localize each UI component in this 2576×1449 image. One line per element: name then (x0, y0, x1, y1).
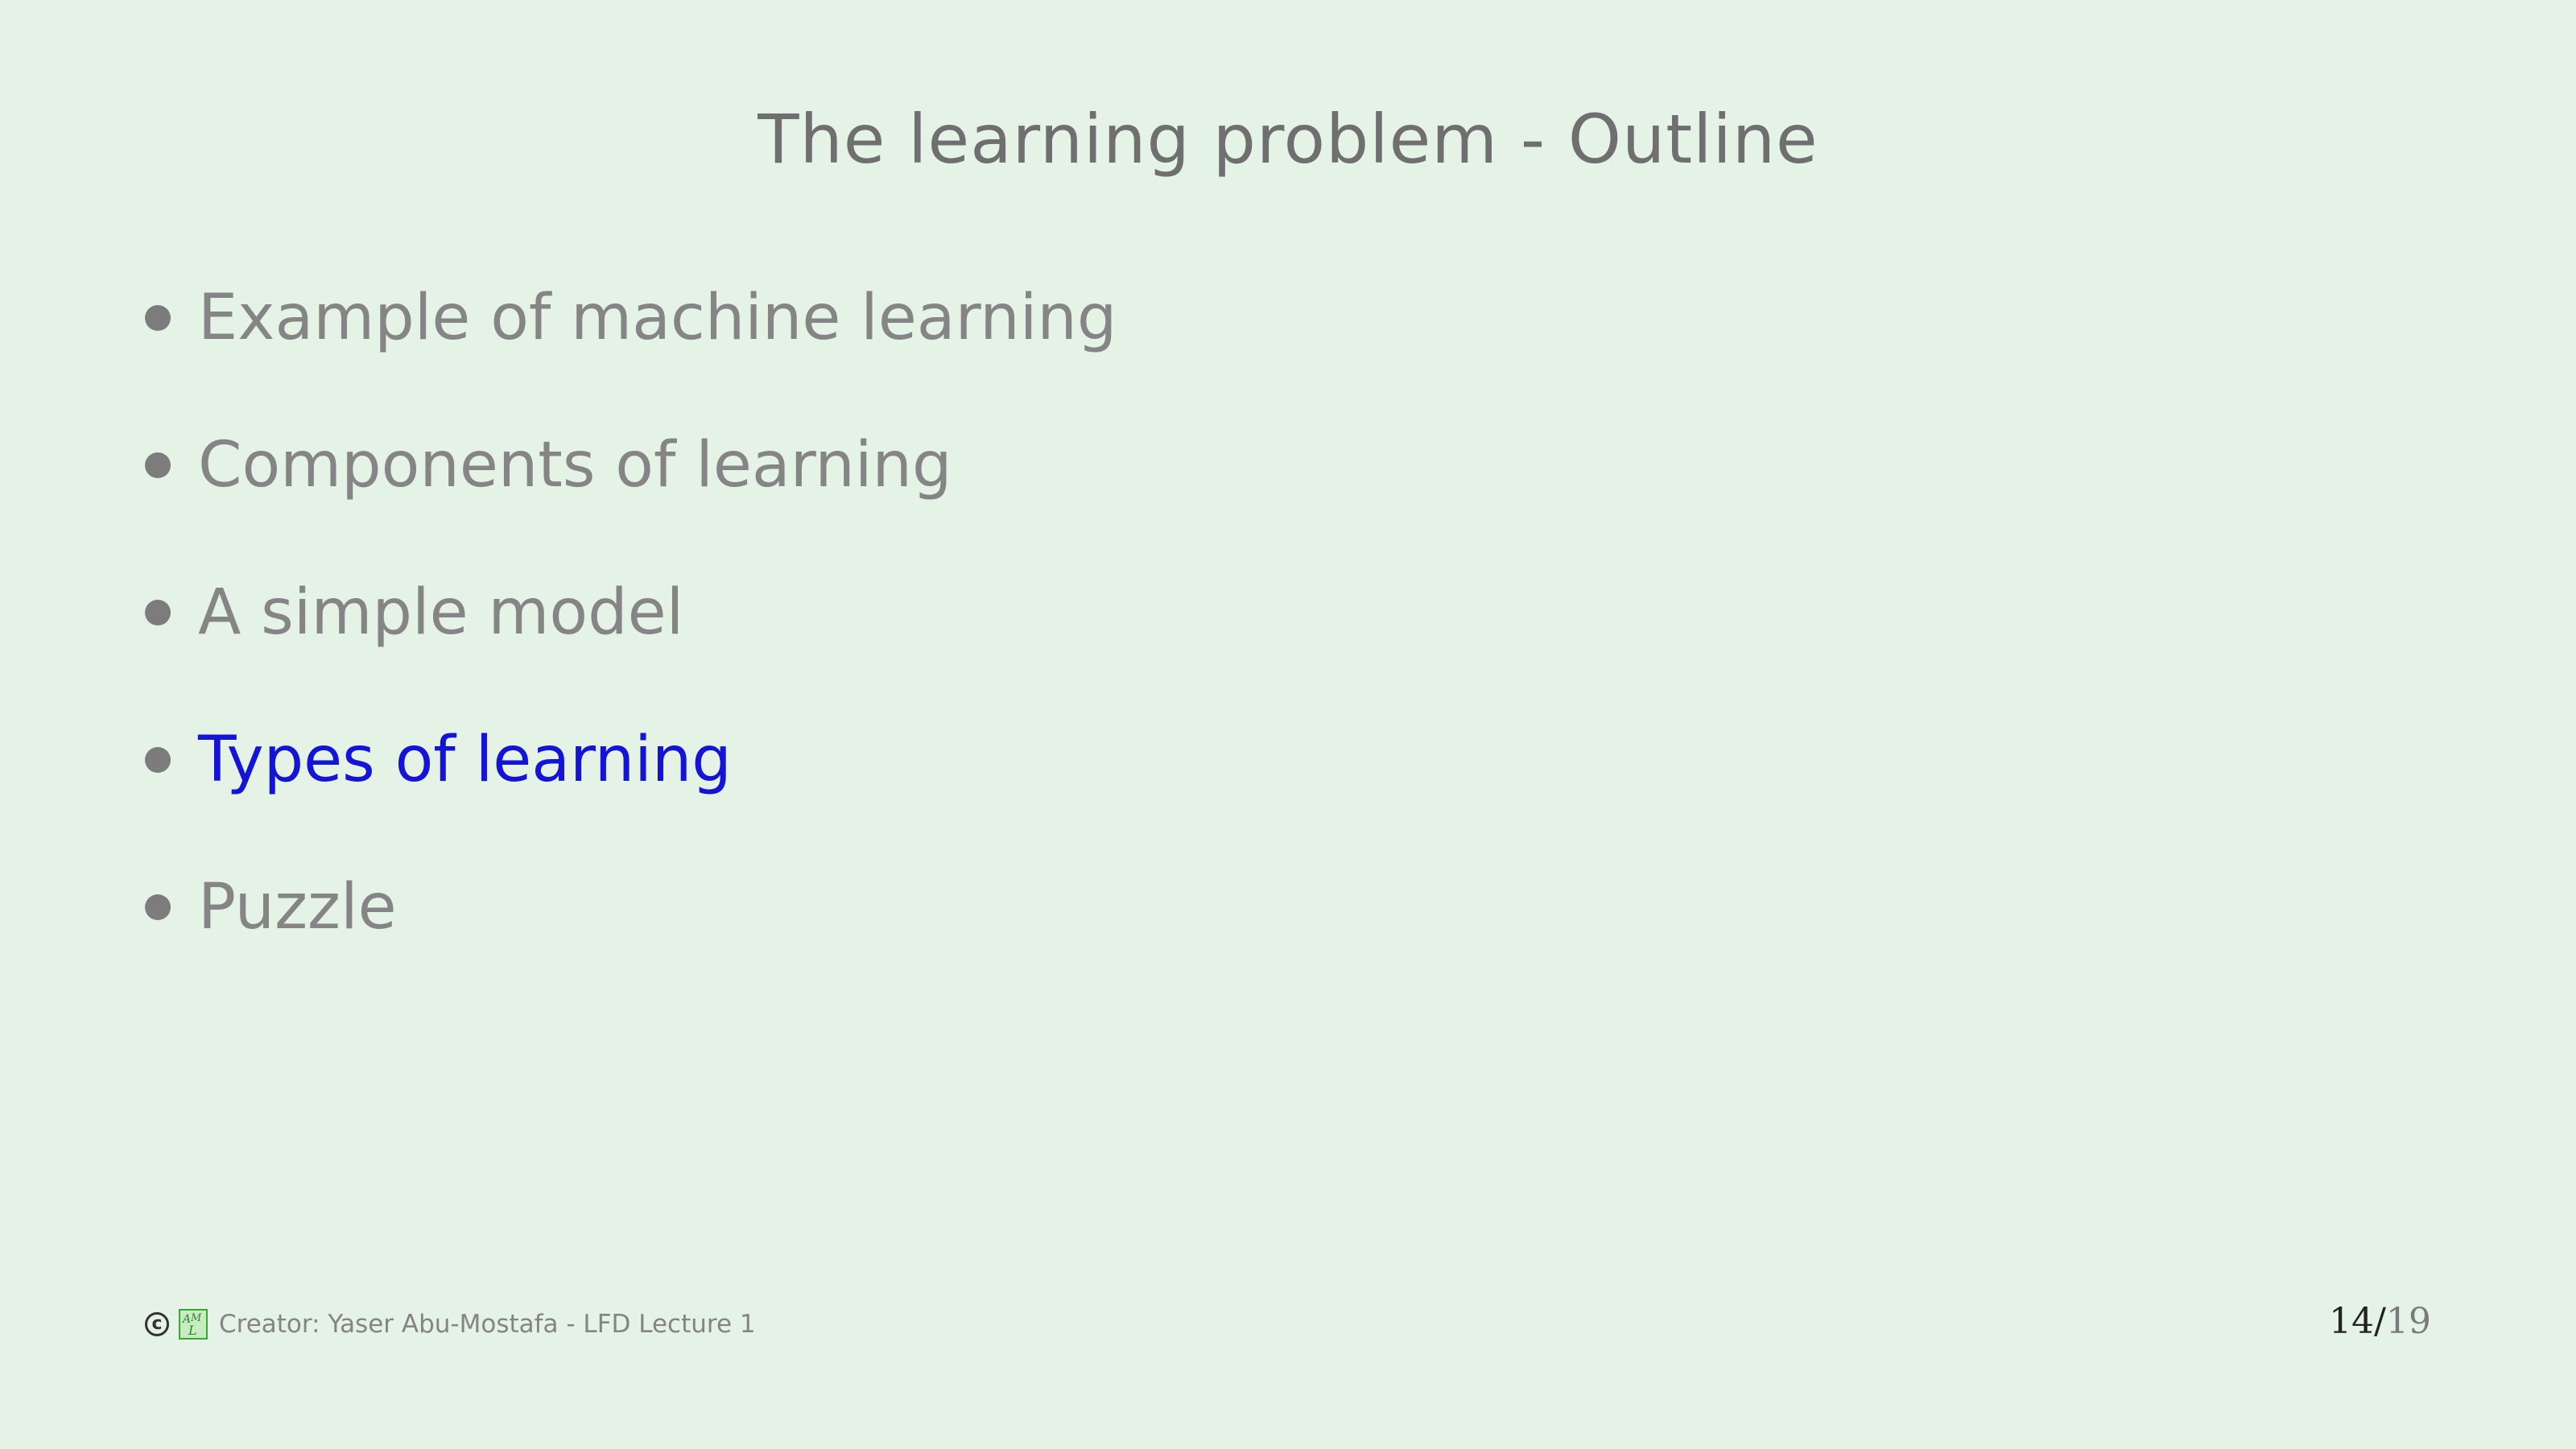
bullet-icon (145, 600, 171, 625)
page-separator: / (2374, 1301, 2386, 1342)
copyright-icon: c (145, 1312, 169, 1336)
page-current: 14 (2329, 1301, 2375, 1342)
bullet-icon (145, 452, 171, 478)
outline-item: Components of learning (145, 421, 1117, 510)
creator-credit: Creator: Yaser Abu-Mostafa - LFD Lecture… (219, 1310, 756, 1339)
bullet-icon (145, 305, 171, 331)
outline-item: Example of machine learning (145, 274, 1117, 362)
bullet-icon (145, 747, 171, 773)
outline-item-label: A simple model (198, 576, 684, 649)
svg-text:L: L (188, 1323, 197, 1338)
footer: c A M L Creator: Yaser Abu-Mostafa - LFD… (145, 1309, 756, 1340)
aml-logo-icon: A M L (179, 1309, 208, 1340)
slide: The learning problem - Outline Example o… (0, 0, 2576, 1449)
bullet-icon (145, 894, 171, 920)
slide-title: The learning problem - Outline (758, 100, 1818, 179)
outline-item-label: Types of learning (198, 724, 732, 796)
outline-list: Example of machine learning Components o… (145, 274, 1117, 1010)
outline-item: Puzzle (145, 863, 1117, 952)
outline-item-label: Example of machine learning (198, 282, 1117, 354)
outline-item-label: Puzzle (198, 871, 397, 943)
outline-item: A simple model (145, 568, 1117, 657)
outline-item-label: Components of learning (198, 429, 952, 502)
page-total: 19 (2386, 1301, 2431, 1342)
outline-item-current: Types of learning (145, 716, 1117, 804)
page-number: 14/19 (2329, 1301, 2431, 1342)
